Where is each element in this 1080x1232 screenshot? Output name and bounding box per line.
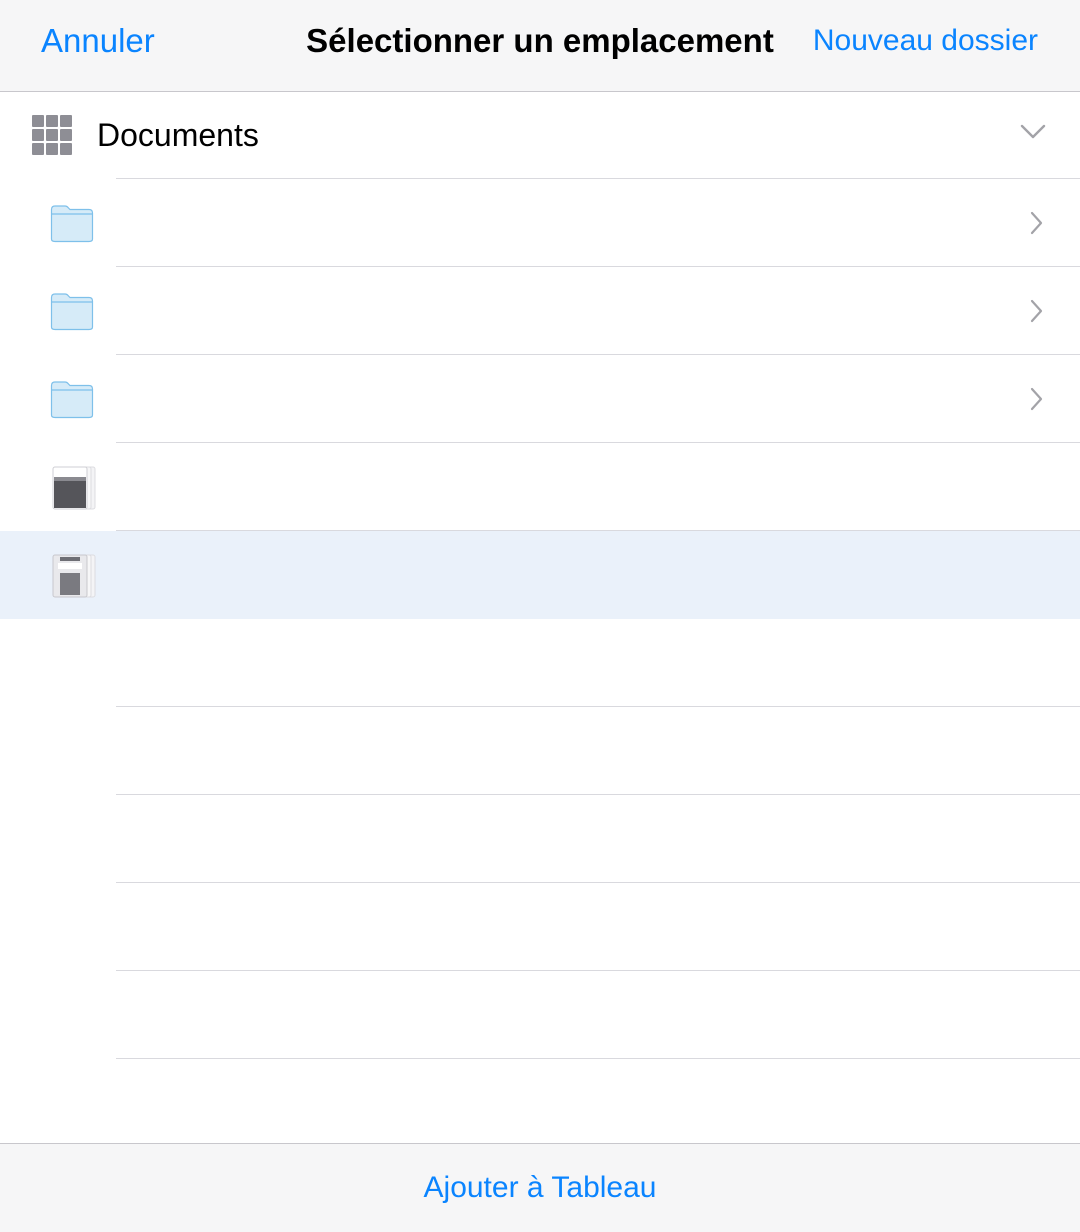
list-item-document[interactable] bbox=[0, 443, 1080, 531]
list-item-document-selected[interactable] bbox=[0, 531, 1080, 619]
empty-row bbox=[0, 883, 1080, 971]
chevron-right-icon bbox=[1030, 387, 1043, 411]
document-icon bbox=[52, 466, 96, 510]
location-header-documents[interactable]: Documents bbox=[0, 92, 1080, 179]
navigation-bar: Annuler Sélectionner un emplacement Nouv… bbox=[0, 0, 1080, 92]
add-to-board-button[interactable]: Ajouter à Tableau bbox=[0, 1168, 1080, 1208]
file-list: Documents bbox=[0, 92, 1080, 1059]
empty-row bbox=[0, 619, 1080, 707]
empty-row bbox=[0, 971, 1080, 1059]
bottom-toolbar: Ajouter à Tableau bbox=[0, 1143, 1080, 1232]
chevron-right-icon bbox=[1030, 299, 1043, 323]
location-label: Documents bbox=[97, 117, 259, 153]
chevron-down-icon[interactable] bbox=[1020, 123, 1046, 141]
folder-icon bbox=[50, 381, 94, 419]
empty-row bbox=[0, 707, 1080, 795]
document-icon bbox=[52, 554, 96, 598]
folder-icon bbox=[50, 205, 94, 243]
list-item-folder[interactable] bbox=[0, 355, 1080, 443]
cancel-button[interactable]: Annuler bbox=[41, 20, 155, 62]
chevron-right-icon bbox=[1030, 211, 1043, 235]
list-item-folder[interactable] bbox=[0, 179, 1080, 267]
grid-icon bbox=[32, 115, 72, 157]
new-folder-button[interactable]: Nouveau dossier bbox=[813, 20, 1038, 62]
empty-row bbox=[0, 795, 1080, 883]
list-item-folder[interactable] bbox=[0, 267, 1080, 355]
folder-icon bbox=[50, 293, 94, 331]
